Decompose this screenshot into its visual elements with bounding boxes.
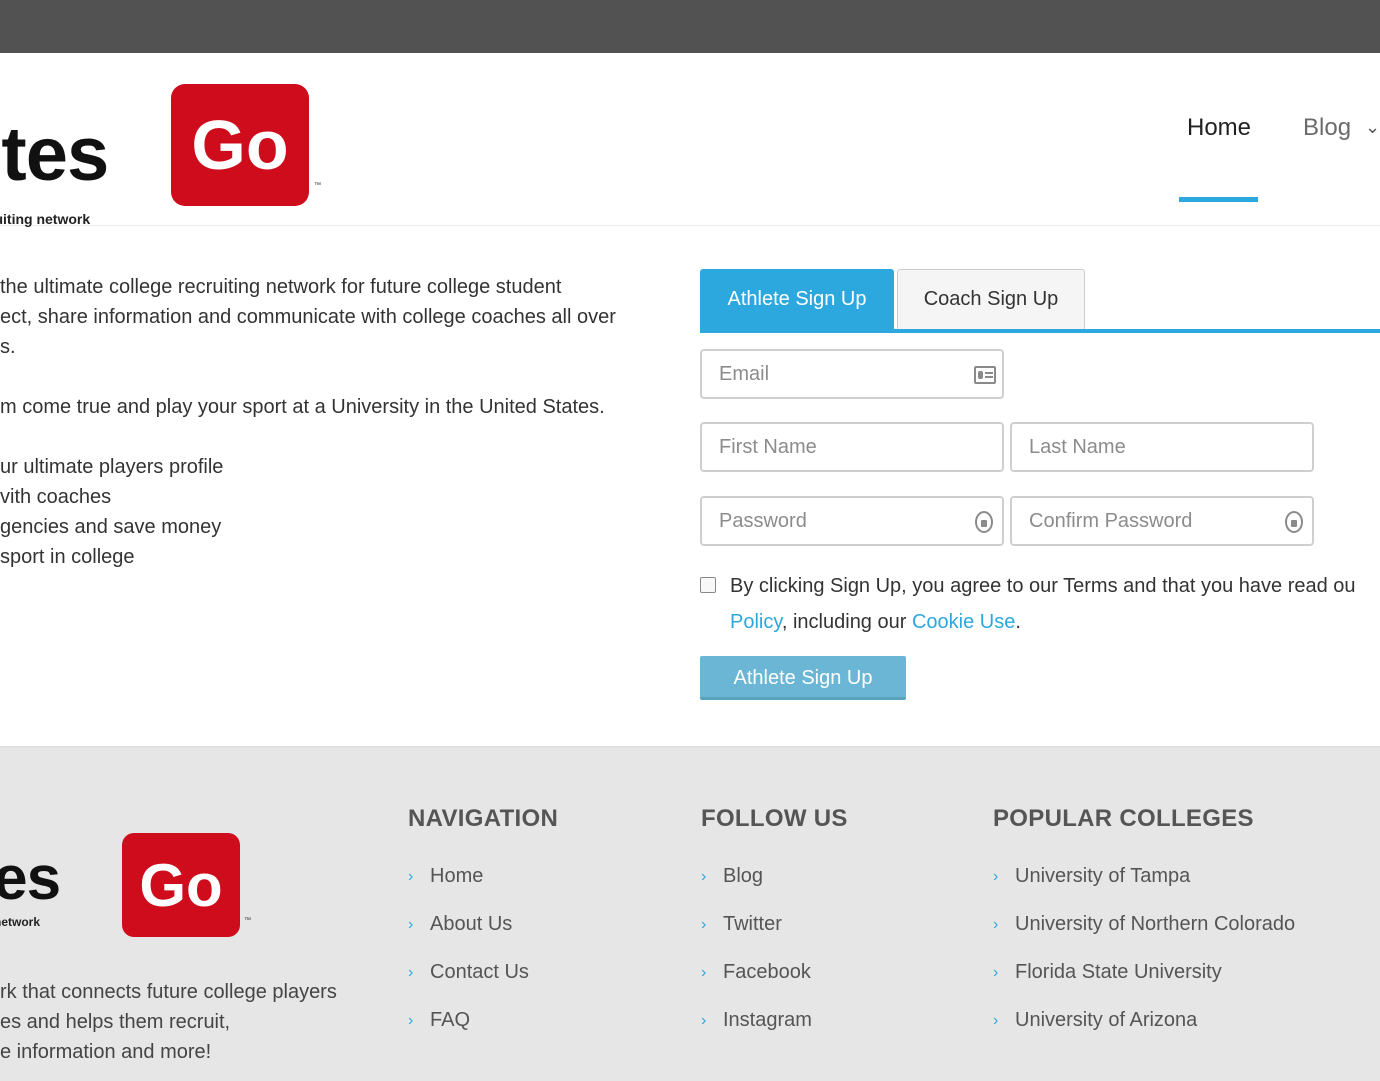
nav-active-indicator [1179, 197, 1258, 202]
intro-line: the ultimate college recruiting network … [0, 276, 562, 298]
browser-top-bar [0, 0, 1380, 53]
site-header: letes ege recruiting network Go ™ Home B… [0, 53, 1380, 227]
footer-logo-go-box: Go [122, 833, 240, 937]
chevron-down-icon[interactable]: ⌄ [1365, 117, 1380, 138]
chevron-right-icon: › [408, 916, 414, 933]
footer-logo-tagline: ecruiting network [0, 915, 41, 929]
footer-nav-item[interactable]: › About Us [408, 913, 529, 961]
chevron-right-icon: › [993, 868, 999, 885]
site-footer: etes ecruiting network Go ™ rk that conn… [0, 746, 1380, 1081]
nav-blog-link[interactable]: Blog [1303, 114, 1351, 142]
terms-text-line1: By clicking Sign Up, you agree to our Te… [730, 575, 1356, 597]
footer-nav-item[interactable]: › FAQ [408, 1009, 529, 1057]
logo-wordmark: letes [0, 112, 109, 197]
chevron-right-icon: › [701, 964, 707, 981]
footer-college-item[interactable]: › University of Arizona [993, 1009, 1295, 1057]
footer-follow-title: FOLLOW US [701, 805, 848, 832]
footer-colleges-list: › University of Tampa › University of Nort… [993, 865, 1295, 1057]
footer-colleges-title: POPULAR COLLEGES [993, 805, 1254, 832]
footer-follow-item[interactable]: › Blog [701, 865, 812, 913]
footer-follow-item[interactable]: › Twitter [701, 913, 812, 961]
footer-college-item[interactable]: › Florida State University [993, 961, 1295, 1009]
lock-icon [975, 511, 993, 533]
tab-athlete-sign-up[interactable]: Athlete Sign Up [700, 269, 894, 329]
tab-coach-sign-up[interactable]: Coach Sign Up [897, 269, 1085, 329]
password-field[interactable] [719, 510, 949, 533]
confirm-password-field-wrapper [1010, 496, 1314, 546]
cookie-use-link[interactable]: Cookie Use [912, 611, 1015, 633]
confirm-password-field[interactable] [1029, 510, 1259, 533]
id-card-icon [974, 366, 996, 384]
logo-trademark: ™ [314, 182, 321, 189]
first-name-field[interactable] [719, 436, 949, 459]
logo-go-box: Go [171, 84, 309, 206]
logo-tagline: ege recruiting network [0, 211, 91, 227]
footer-navigation-title: NAVIGATION [408, 805, 559, 832]
terms-text-mid: , including our [781, 611, 912, 633]
chevron-right-icon: › [993, 1012, 999, 1029]
footer-navigation-list: › Home › About Us › Contact Us › FAQ [408, 865, 529, 1057]
chevron-right-icon: › [701, 868, 707, 885]
terms-text-line2: Policy, including our Cookie Use. [730, 611, 1021, 634]
footer-college-item[interactable]: › University of Northern Colorado [993, 913, 1295, 961]
intro-list-item: sport in college [0, 546, 135, 568]
chevron-right-icon: › [993, 964, 999, 981]
nav-home-link[interactable]: Home [1187, 114, 1251, 142]
last-name-field[interactable] [1029, 436, 1259, 459]
last-name-field-wrapper [1010, 422, 1314, 472]
footer-logo-wordmark: etes [0, 844, 61, 913]
footer-follow-item[interactable]: › Instagram [701, 1009, 812, 1057]
policy-link[interactable]: Policy [730, 611, 782, 633]
intro-list-item: ur ultimate players profile [0, 456, 224, 478]
chevron-right-icon: › [701, 916, 707, 933]
footer-follow-list: › Blog › Twitter › Facebook › Instagram [701, 865, 812, 1057]
email-field-wrapper [700, 349, 1004, 399]
intro-line: s. [0, 336, 16, 358]
footer-college-item[interactable]: › University of Tampa [993, 865, 1295, 913]
footer-follow-item[interactable]: › Facebook [701, 961, 812, 1009]
footer-nav-item[interactable]: › Home [408, 865, 529, 913]
first-name-field-wrapper [700, 422, 1004, 472]
terms-checkbox[interactable] [700, 577, 716, 593]
email-field[interactable] [719, 363, 949, 386]
lock-icon [1285, 511, 1303, 533]
tab-underline [700, 329, 1380, 333]
chevron-right-icon: › [408, 964, 414, 981]
chevron-right-icon: › [408, 868, 414, 885]
chevron-right-icon: › [993, 916, 999, 933]
intro-list-item: vith coaches [0, 486, 112, 508]
footer-nav-item[interactable]: › Contact Us [408, 961, 529, 1009]
athlete-sign-up-button[interactable]: Athlete Sign Up [700, 656, 906, 700]
intro-line: m come true and play your sport at a Uni… [0, 396, 605, 418]
footer-description: rk that connects future college players … [0, 981, 337, 1063]
intro-list-item: gencies and save money [0, 516, 222, 538]
chevron-right-icon: › [408, 1012, 414, 1029]
footer-logo-trademark: ™ [244, 917, 251, 924]
chevron-right-icon: › [701, 1012, 707, 1029]
intro-line: ect, share information and communicate w… [0, 306, 616, 328]
terms-text-end: . [1015, 611, 1021, 633]
intro-text: the ultimate college recruiting network … [0, 272, 660, 572]
password-field-wrapper [700, 496, 1004, 546]
